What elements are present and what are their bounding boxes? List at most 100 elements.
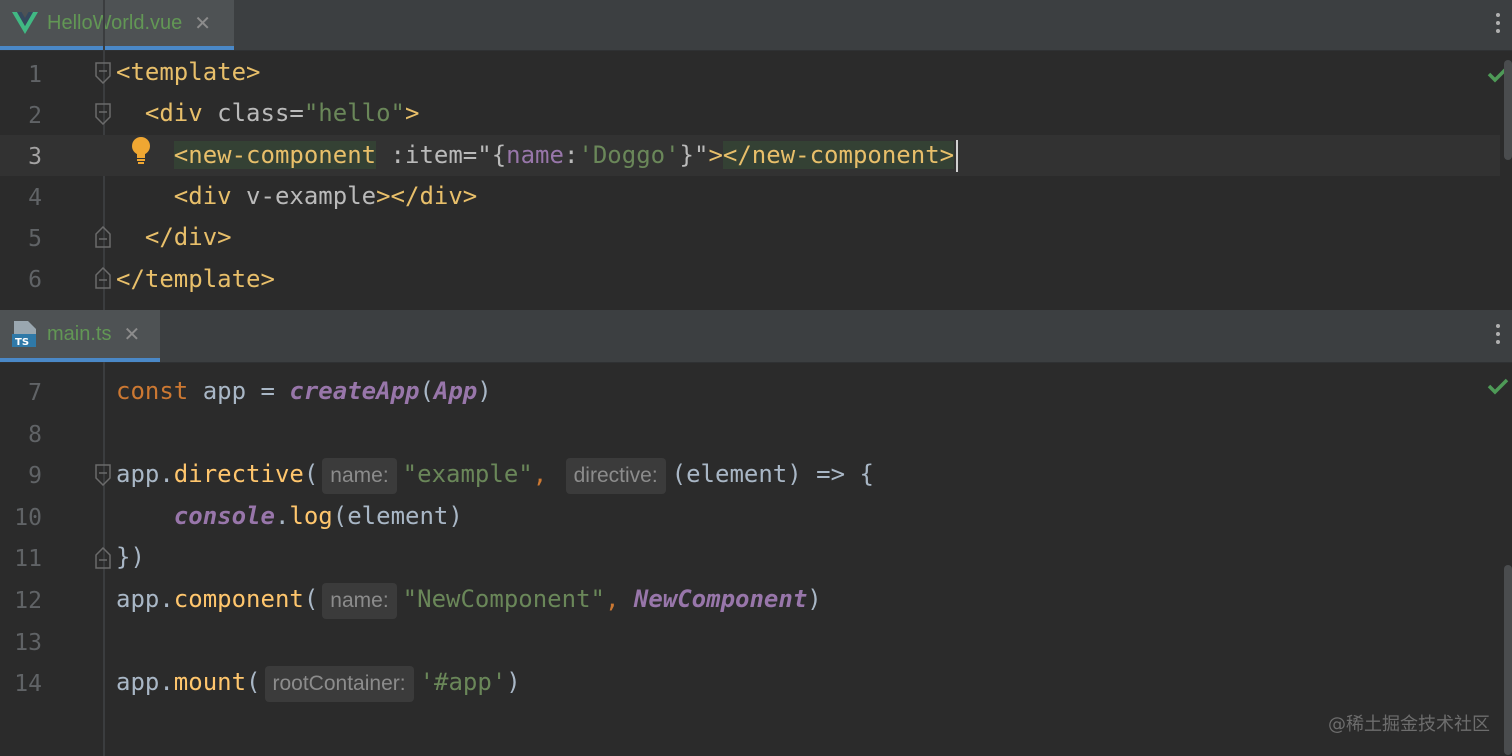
scrollbar[interactable] (1504, 565, 1512, 755)
code-token: app. (116, 668, 174, 696)
code-line-1[interactable]: <template> (116, 52, 261, 93)
code-token: NewComponent (633, 585, 808, 613)
tab-label: main.ts (47, 322, 112, 345)
code-token: "NewComponent" (402, 585, 605, 613)
code-token: "example" (402, 460, 533, 488)
code-token: (element) => { (671, 460, 874, 488)
code-line-12[interactable]: app.component(name: "NewComponent", NewCo… (116, 579, 822, 620)
close-icon[interactable]: ✕ (194, 11, 211, 35)
code-token: app. (116, 460, 174, 488)
line-number: 7 (28, 380, 42, 406)
code-token: const (116, 377, 189, 405)
code-token: , (532, 460, 548, 488)
code-token: ) (807, 585, 822, 613)
more-options-icon[interactable] (1488, 13, 1508, 33)
line-number: 11 (14, 546, 42, 572)
code-token: console (173, 502, 275, 530)
no-problems-check-icon (1487, 378, 1509, 395)
close-icon[interactable]: ✕ (123, 322, 140, 346)
more-options-icon[interactable] (1488, 324, 1508, 344)
scrollbar[interactable] (1504, 60, 1512, 160)
fold-marker-icon[interactable] (95, 62, 111, 84)
code-token: app = (188, 377, 290, 405)
tab-bar: TS main.ts ✕ (0, 310, 1512, 363)
tab-bar: HelloWorld.vue ✕ (0, 0, 1512, 51)
code-line-10[interactable]: console.log(element) (116, 496, 463, 537)
code-token: v-example (246, 182, 377, 210)
line-number: 13 (14, 630, 42, 656)
code-token: createApp (289, 377, 420, 405)
fold-marker-icon[interactable] (95, 464, 111, 486)
fold-end-marker-icon[interactable] (95, 267, 111, 289)
tab-helloworld-vue[interactable]: HelloWorld.vue ✕ (0, 0, 234, 50)
line-number: 3 (28, 144, 42, 170)
code-token: : (563, 141, 579, 169)
code-line-9[interactable]: app.directive(name: "example", directive:… (116, 454, 874, 495)
line-number: 12 (14, 588, 42, 614)
parameter-hint: rootContainer: (264, 666, 414, 702)
fold-end-marker-icon[interactable] (95, 226, 111, 248)
code-token: component (173, 585, 304, 613)
code-token: <div (144, 99, 218, 127)
code-token: App (433, 377, 478, 405)
line-number: 6 (28, 267, 42, 293)
editor-pane-helloworld[interactable]: HelloWorld.vue ✕ 1 2 3 4 5 6 <template> … (0, 0, 1512, 310)
line-number: 9 (28, 463, 42, 489)
text-cursor (956, 140, 959, 172)
parameter-hint: name: (322, 458, 397, 494)
code-token: class= (217, 99, 304, 127)
code-token: ) (477, 377, 492, 405)
code-token: . (274, 502, 290, 530)
code-token: , (604, 585, 634, 613)
code-token: :item="{ (376, 141, 507, 169)
code-token: (element) (332, 502, 463, 530)
editor-pane-main-ts[interactable]: TS main.ts ✕ 7 8 9 10 11 12 13 14 const … (0, 310, 1512, 756)
tab-label: HelloWorld.vue (47, 11, 183, 34)
line-number: 8 (28, 422, 42, 448)
code-line-3[interactable]: <new-component :item="{name:'Doggo'}"></… (116, 135, 959, 176)
vue-icon (12, 12, 38, 34)
code-line-4[interactable]: <div v-example></div> (116, 176, 477, 217)
code-token: 'Doggo' (578, 141, 680, 169)
code-token: }" (679, 141, 709, 169)
parameter-hint: name: (322, 583, 397, 619)
code-token: directive (173, 460, 304, 488)
watermark: @稀土掘金技术社区 (1328, 714, 1490, 735)
typescript-icon-text: TS (15, 337, 29, 348)
tab-main-ts[interactable]: TS main.ts ✕ (0, 310, 160, 362)
code-token: app. (116, 585, 174, 613)
code-token: ) (506, 668, 521, 696)
code-token: log (289, 502, 333, 530)
code-token: "hello" (303, 99, 406, 127)
code-token: ( (246, 668, 261, 696)
code-line-6[interactable]: </template> (116, 259, 275, 300)
line-number: 4 (28, 185, 42, 211)
code-token: </div> (144, 223, 232, 251)
code-token: <template> (116, 58, 261, 86)
code-token: '#app' (419, 668, 507, 696)
code-token: <div (173, 182, 247, 210)
fold-end-marker-icon[interactable] (95, 547, 111, 569)
code-line-14[interactable]: app.mount(rootContainer: '#app') (116, 662, 521, 703)
code-line-7[interactable]: const app = createApp(App) (116, 371, 492, 412)
code-line-5[interactable]: </div> (116, 217, 232, 258)
code-token: ( (303, 585, 319, 613)
code-token: ( (419, 377, 434, 405)
line-number: 14 (14, 671, 42, 697)
code-token: > (708, 141, 723, 169)
code-line-11[interactable]: }) (116, 537, 145, 578)
line-number: 2 (28, 103, 42, 129)
line-number: 10 (14, 505, 42, 531)
code-token: ></div> (376, 182, 478, 210)
code-token: mount (173, 668, 247, 696)
fold-marker-icon[interactable] (95, 103, 111, 125)
code-token: > (405, 99, 420, 127)
line-number: 5 (28, 226, 42, 252)
typescript-icon: TS (12, 320, 38, 348)
matched-tag-highlight: <new-component (173, 141, 377, 169)
parameter-hint: directive: (565, 458, 666, 494)
code-token: }) (116, 543, 145, 571)
code-line-2[interactable]: <div class="hello"> (116, 93, 420, 134)
code-token: ( (303, 460, 319, 488)
code-token: name (506, 141, 564, 169)
